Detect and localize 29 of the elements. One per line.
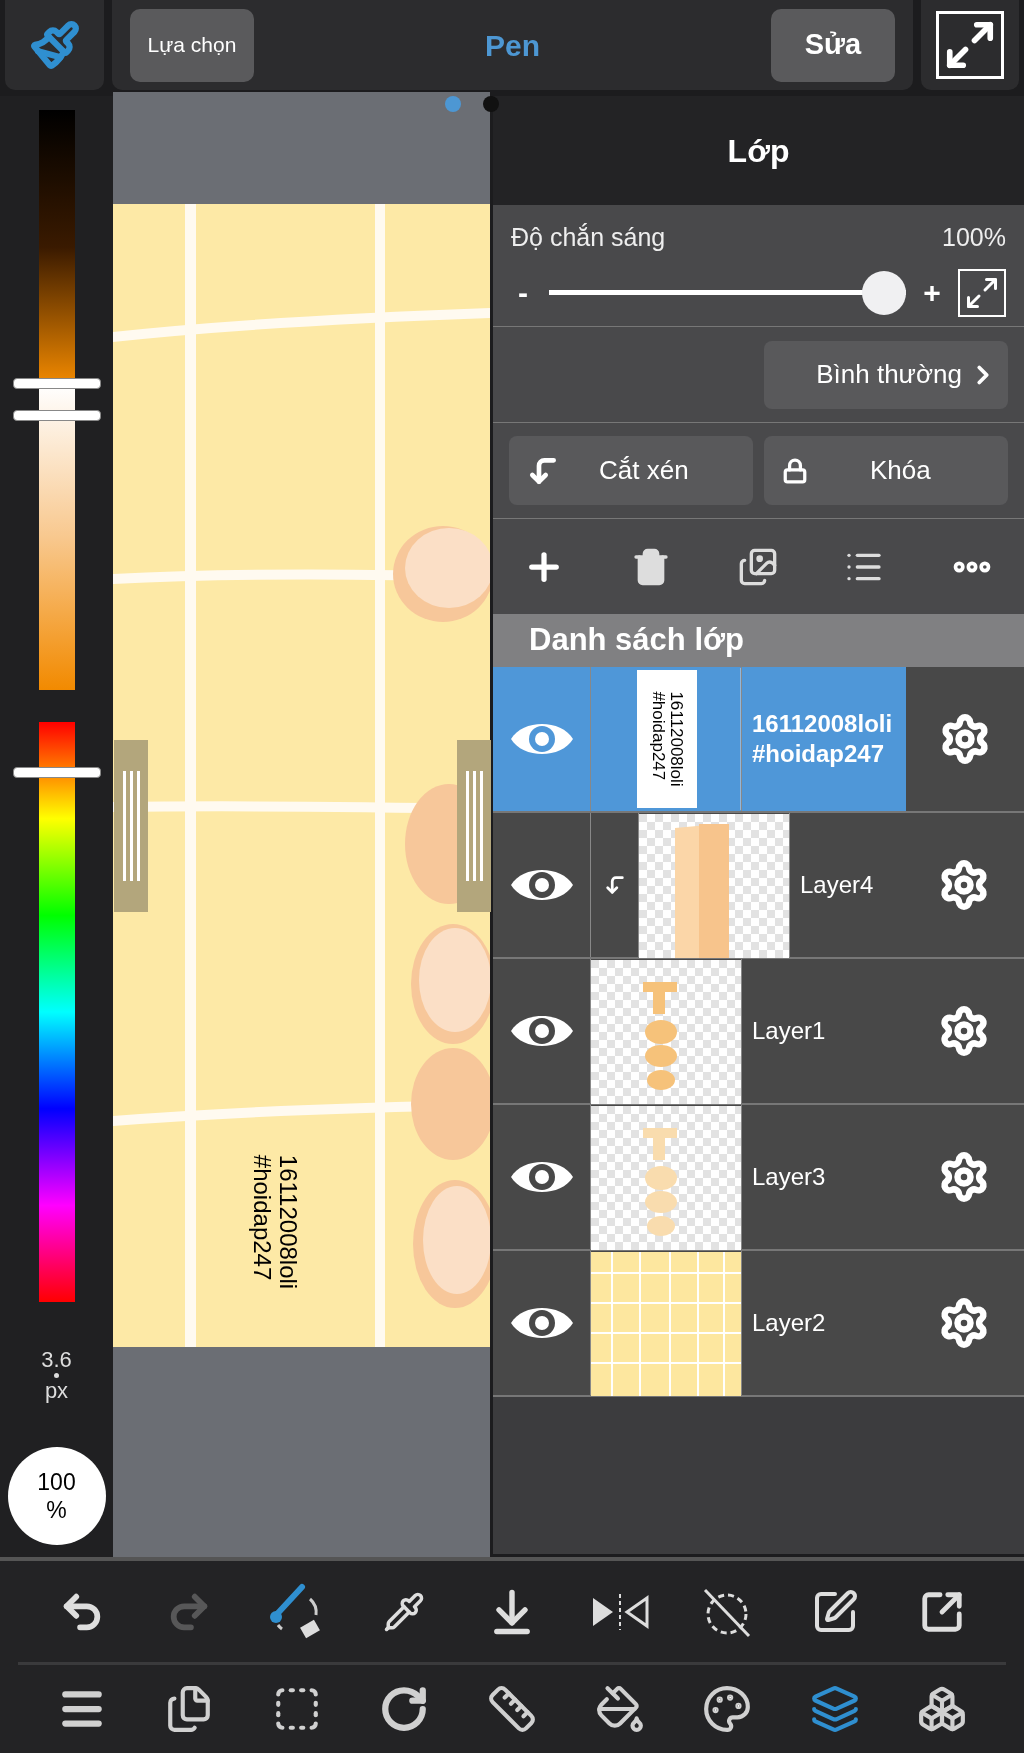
lock-button[interactable]: Khóa [764,436,1008,505]
thumbnail-text: 16112008loli [667,691,685,787]
layer-name: Layer3 [752,1162,826,1192]
decrease-button[interactable]: - [511,270,535,315]
layer-name: Layer1 [752,1016,826,1046]
opacity-label: Độ chắn sáng [511,222,666,253]
thumbnail-text: #hoidap247 [649,691,667,783]
layer-name: 16112008loli #hoidap247 [752,709,893,769]
layer-name: Layer2 [752,1308,826,1338]
blend-mode-button[interactable]: Bình thường [764,340,1008,409]
layer-name: Layer4 [800,870,874,900]
select-button[interactable]: Lựa chọn [130,8,254,82]
edit-button[interactable]: Sửa [771,8,895,82]
canvas-text: 16112008loli [275,1154,301,1290]
brush-size-unit: px [44,1379,69,1403]
tool-name: Pen [485,27,540,64]
layer-row[interactable]: Layer2 [493,1251,1024,1397]
panel-title: Lớp [727,131,790,171]
increase-button[interactable]: + [920,270,944,315]
canvas-text: #hoidap247 [249,1154,275,1283]
layer-row[interactable]: 16112008loli #hoidap247 16112008loli #hoidap247 [493,667,1024,813]
layer-row[interactable]: Layer4 [493,813,1024,959]
opacity-value: 100% [942,222,1006,253]
layer-row[interactable]: Layer1 [493,959,1024,1105]
layer-row[interactable]: Layer3 [493,1105,1024,1251]
list-title: Danh sách lớp [529,621,744,660]
clipping-button[interactable]: Cắt xén [509,436,753,505]
brush-opacity-button[interactable]: 100 % [7,1447,106,1545]
brush-size: 3.6 [41,1348,72,1372]
